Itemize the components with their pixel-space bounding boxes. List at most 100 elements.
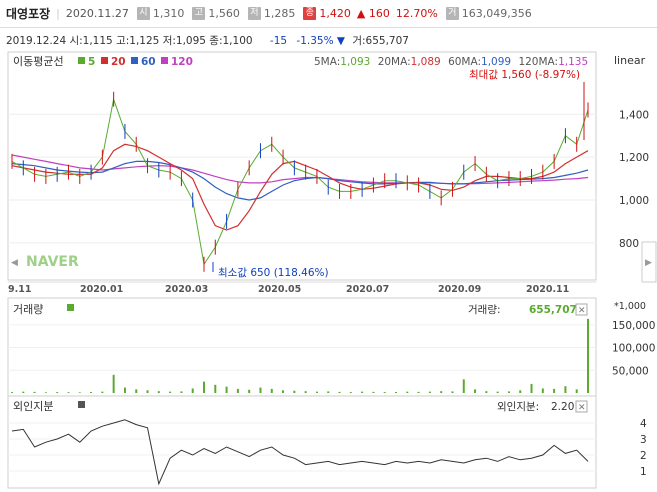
scroll-right-icon[interactable]: ▶ [645,258,652,268]
x-tick-label: 2020.03 [165,284,208,295]
volume-bar [338,391,341,393]
ma5-value: 1,093 [340,56,370,68]
volume-bar [101,391,104,393]
ma60-swatch [131,57,138,64]
volume-bar [485,391,488,393]
volume-bar [67,392,70,393]
volume-bar [417,391,420,393]
volume-bar [428,391,431,393]
foreign-panel-value: 2.20 [551,401,574,413]
volume-bar [22,391,25,393]
volume-bar [564,386,567,393]
ma120-swatch [161,57,168,64]
volume-bar [372,391,375,393]
volume-bar [474,389,477,393]
x-tick-label: 2020.11 [526,284,569,295]
ma60-value: 1,099 [481,56,511,68]
volume-bar [587,318,589,393]
volume-bar [440,391,443,393]
foreign-tick-label: 3 [640,434,647,446]
ma20-legend: 20 [111,56,126,68]
volume-bar [169,391,172,393]
volume-unit-label: *1,000 [614,301,646,312]
ma60-legend: 60 [141,56,156,68]
volume-bar [33,391,36,393]
x-tick-label: 2020.07 [346,284,389,295]
volume-tick-label: 50,000 [612,365,649,377]
price-tick-label: 1,200 [619,152,649,164]
volume-swatch [67,304,74,311]
ma120-value-label: 120MA: [518,56,558,68]
price-tick-label: 800 [619,238,639,250]
volume-bar [191,388,194,393]
stock-chart: 이동평균선 5 20 60 120 5MA:1,093 20MA:1,089 6… [7,51,657,489]
foreign-ownership-line [11,419,589,486]
ma60-line [11,160,589,201]
ma60-value-label: 60MA: [448,56,481,68]
foreign-tick-label: 1 [640,466,647,478]
scale-label[interactable]: linear [614,54,646,67]
foreign-swatch [78,401,85,408]
ma5-swatch [78,57,85,64]
volume-close-icon[interactable]: ✕ [578,306,586,316]
volume-bar [395,392,397,393]
ma20-value-label: 20MA: [378,56,411,68]
x-tick-label: 2020.09 [438,284,481,295]
volume-bar [327,391,330,393]
ma120-value: 1,135 [558,56,588,68]
volume-tick-label: 100,000 [612,343,655,355]
foreign-tick-label: 2 [640,450,647,462]
volume-bar [44,392,47,393]
ma5-line [11,97,589,266]
ma120-legend: 120 [171,56,193,68]
scroll-left-icon[interactable]: ◀ [11,258,18,268]
volume-bar [225,386,228,393]
volume-bar [203,381,205,393]
volume-bar [383,392,386,393]
volume-panel-value: 655,707 [529,304,577,316]
volume-bar [496,391,499,393]
volume-bar [236,388,239,393]
close-icon[interactable]: ✕ [578,403,586,413]
min-value-label: 최소값 650 (118.46%) [218,267,329,279]
volume-bar [451,391,454,393]
price-tick-label: 1,400 [619,109,649,121]
foreign-value-label: 외인지분: [497,401,539,413]
ma5-value-label: 5MA: [314,56,340,68]
volume-bar [315,391,318,393]
volume-bar [270,388,273,393]
max-value-label: 최대값 1,560 (-8.97%) [469,69,580,81]
volume-bar [56,392,59,393]
price-tick-label: 1,000 [619,195,649,207]
naver-watermark: NAVER [26,254,79,270]
foreign-tick-label: 4 [640,418,647,430]
volume-bar [146,390,149,393]
ma5-legend: 5 [88,56,95,68]
volume-bar [135,389,138,393]
volume-value-label: 거래량: [468,304,501,316]
volume-bar [530,383,533,393]
x-tick-label: 9.11 [8,284,31,295]
volume-bar [349,392,352,393]
volume-bar [78,392,81,393]
volume-bar [406,391,409,393]
volume-bar [575,389,578,393]
volume-bar [541,388,544,393]
ma20-swatch [101,57,108,64]
volume-bar [304,391,307,393]
volume-bar [553,388,556,393]
ma-values: 5MA:1,093 20MA:1,089 60MA:1,099 120MA:1,… [314,56,588,68]
volume-bar [123,387,126,393]
x-tick-label: 2020.05 [258,284,301,295]
volume-bar [361,391,364,393]
x-tick-label: 2020.01 [80,284,123,295]
ma20-value: 1,089 [411,56,441,68]
volume-bar [90,392,93,393]
volume-bar [248,389,251,393]
volume-panel-title: 거래량 [13,303,43,316]
volume-bar [282,390,285,393]
volume-bar [259,387,262,393]
volume-bar [214,384,217,393]
volume-tick-label: 150,000 [612,320,655,332]
volume-bar [112,374,115,393]
